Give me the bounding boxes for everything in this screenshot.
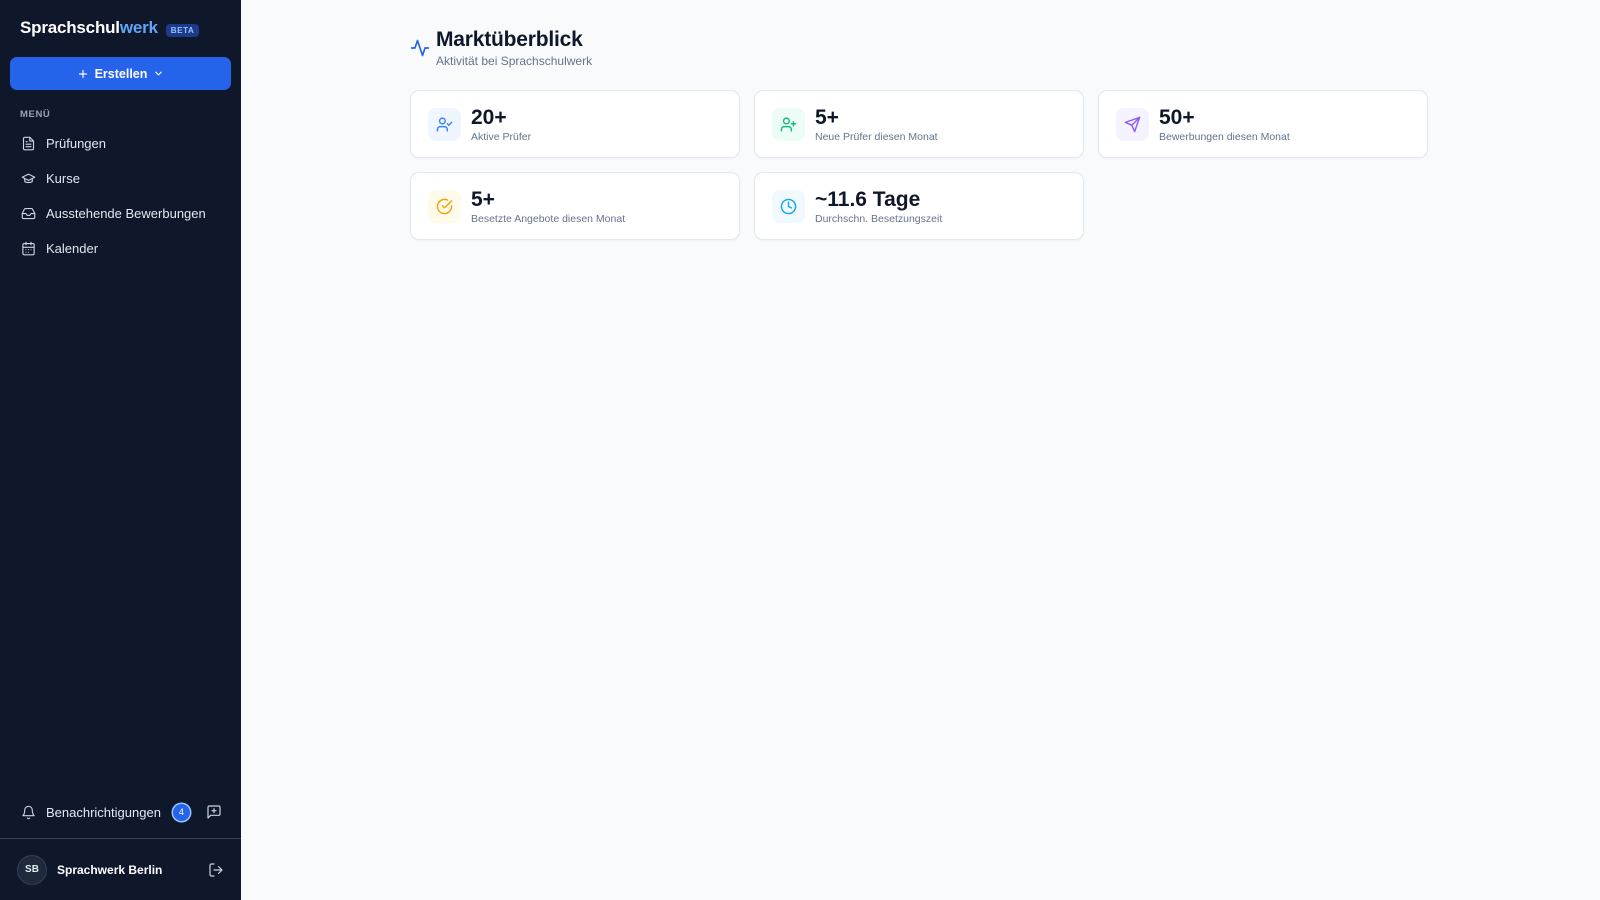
activity-icon	[410, 39, 430, 57]
plus-icon	[78, 69, 87, 78]
stat-label: Durchschn. Besetzungszeit	[815, 212, 943, 225]
sidebar-item-kurse[interactable]: Kurse	[0, 161, 241, 196]
stat-icon-box	[772, 107, 805, 141]
notifications-row: Benachrichtigungen 4	[0, 794, 241, 830]
stats-grid: 20+ Aktive Prüfer 5+ Neue Prüfer diesen …	[410, 90, 1428, 240]
notifications-label: Benachrichtigungen	[46, 804, 161, 820]
sidebar-nav: Prüfungen Kurse Ausstehende Bewerbungen …	[0, 126, 241, 266]
brand[interactable]: Sprachschulwerk BETA	[0, 0, 241, 56]
stat-label: Bewerbungen diesen Monat	[1159, 130, 1290, 143]
stat-card-new-examiners[interactable]: 5+ Neue Prüfer diesen Monat	[754, 90, 1084, 158]
create-button-label: Erstellen	[94, 66, 148, 81]
stat-value: 50+	[1159, 105, 1195, 129]
user-check-icon	[436, 116, 453, 132]
brand-logo[interactable]: Sprachschulwerk	[20, 18, 158, 38]
logout-button[interactable]	[208, 862, 224, 878]
sidebar-item-label: Ausstehende Bewerbungen	[46, 206, 206, 221]
page-header: Marktüberblick Aktivität bei Sprachschul…	[410, 27, 592, 68]
sidebar-item-ausstehende-bewerbungen[interactable]: Ausstehende Bewerbungen	[0, 196, 241, 231]
log-out-icon	[209, 862, 223, 877]
stat-value: ~11.6 Tage	[815, 187, 921, 211]
user-row: SB Sprachwerk Berlin	[0, 838, 241, 900]
sidebar-item-label: Prüfungen	[46, 136, 106, 151]
clock-icon	[780, 198, 797, 214]
beta-badge: BETA	[165, 24, 200, 37]
stat-label: Neue Prüfer diesen Monat	[815, 130, 938, 143]
stat-card-active-examiners[interactable]: 20+ Aktive Prüfer	[410, 90, 740, 158]
file-text-icon	[22, 136, 35, 151]
sidebar-item-label: Kurse	[46, 171, 80, 186]
stat-card-applications[interactable]: 50+ Bewerbungen diesen Monat	[1098, 90, 1428, 158]
sidebar-item-pruefungen[interactable]: Prüfungen	[0, 126, 241, 161]
stat-card-filled-offers[interactable]: 5+ Besetzte Angebote diesen Monat	[410, 172, 740, 240]
stat-icon-box	[428, 107, 461, 141]
feedback-button[interactable]	[206, 804, 222, 820]
user-plus-icon	[780, 116, 797, 132]
sidebar: Sprachschulwerk BETA Erstellen MENÜ Prüf…	[0, 0, 241, 900]
create-button[interactable]: Erstellen	[10, 57, 231, 90]
notifications-count-badge: 4	[172, 803, 190, 821]
menu-title: MENÜ	[20, 109, 51, 120]
stat-label: Besetzte Angebote diesen Monat	[471, 212, 626, 225]
user-name: Sprachwerk Berlin	[57, 862, 163, 877]
sidebar-item-kalender[interactable]: Kalender	[0, 231, 241, 266]
stat-value: 20+	[471, 105, 507, 129]
chevron-down-icon	[155, 71, 163, 76]
stat-icon-box	[1116, 107, 1149, 141]
notifications-link[interactable]: Benachrichtigungen 4	[21, 803, 190, 821]
avatar[interactable]: SB	[17, 854, 47, 885]
page-subtitle: Aktivität bei Sprachschulwerk	[436, 54, 593, 68]
main-content: Marktüberblick Aktivität bei Sprachschul…	[241, 0, 1600, 900]
calendar-icon	[22, 241, 35, 256]
circle-check-icon	[436, 198, 453, 214]
graduation-cap-icon	[21, 173, 36, 184]
stat-value: 5+	[471, 187, 495, 211]
stat-value: 5+	[815, 105, 839, 129]
page-title: Marktüberblick	[436, 28, 583, 51]
stat-icon-box	[772, 189, 805, 223]
bell-icon	[22, 805, 35, 819]
brand-name-part1: Sprachschul	[20, 18, 120, 37]
stat-label: Aktive Prüfer	[471, 130, 532, 143]
stat-icon-box	[428, 189, 461, 223]
send-icon	[1124, 116, 1141, 132]
inbox-icon	[21, 207, 36, 220]
sidebar-item-label: Kalender	[46, 241, 99, 256]
stat-card-avg-fill-time[interactable]: ~11.6 Tage Durchschn. Besetzungszeit	[754, 172, 1084, 240]
brand-name-part2: werk	[119, 18, 158, 37]
message-square-plus-icon	[207, 805, 221, 819]
